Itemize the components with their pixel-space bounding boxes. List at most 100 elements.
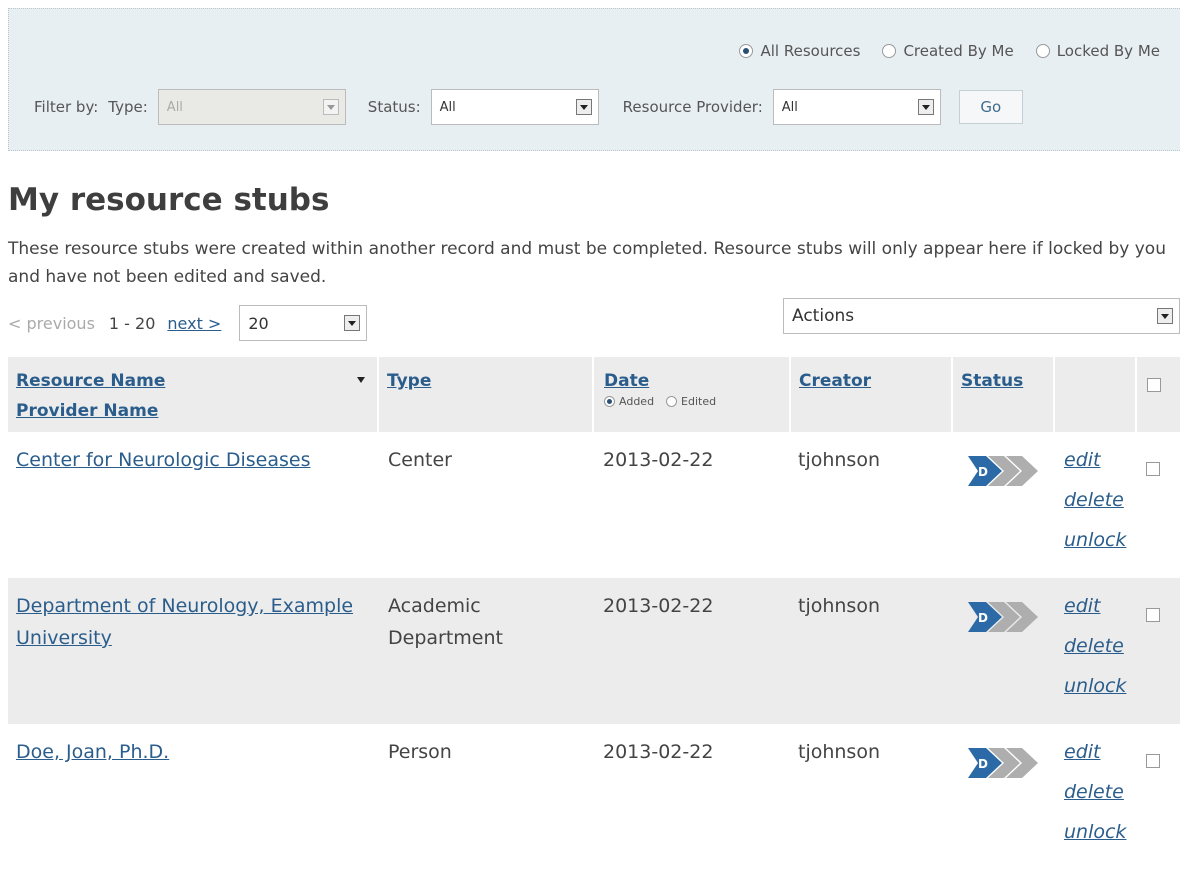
delete-link[interactable]: delete: [1064, 480, 1136, 520]
resource-name-link[interactable]: Department of Neurology, Example Univers…: [16, 595, 353, 649]
provider-label: Resource Provider:: [622, 98, 763, 116]
filter-row: Filter by: Type: All Status: All Resourc…: [34, 89, 1023, 125]
date-cell: 2013-02-22: [603, 741, 714, 763]
row-actions-cell: edit delete unlock: [1054, 578, 1136, 724]
type-select: All: [157, 89, 346, 125]
date-mode-added[interactable]: Added: [604, 395, 654, 408]
status-header: Status: [952, 357, 1055, 432]
page-range: 1 - 20: [108, 313, 156, 333]
sort-provider-name-link[interactable]: Provider Name: [16, 401, 377, 421]
creator-cell: tjohnson: [798, 449, 881, 471]
resource-name-header: Resource Name Provider Name: [8, 357, 379, 432]
provider-select[interactable]: All: [772, 89, 941, 125]
unlock-link[interactable]: unlock: [1064, 812, 1136, 852]
sort-desc-icon: [357, 377, 365, 383]
row-select-cell: [1136, 432, 1180, 578]
edit-link[interactable]: edit: [1064, 732, 1136, 772]
table-header-row: Resource Name Provider Name Type Date Ad…: [8, 357, 1180, 432]
radio-button[interactable]: [882, 44, 897, 58]
radio-label: Added: [619, 395, 655, 408]
per-page-select[interactable]: 20: [239, 305, 368, 341]
actions-select[interactable]: Actions: [783, 298, 1180, 334]
workflow-status-icon: D: [968, 602, 1038, 632]
resource-name-cell: Center for Neurologic Diseases: [8, 432, 378, 578]
radio-label: All Resources: [760, 42, 861, 60]
workflow-status-icon: D: [968, 748, 1038, 778]
sort-resource-name-link[interactable]: Resource Name: [16, 371, 377, 391]
radio-label: Created By Me: [903, 42, 1014, 60]
date-mode-edited[interactable]: Edited: [666, 395, 716, 408]
status-select[interactable]: All: [430, 89, 599, 125]
unlock-link[interactable]: unlock: [1064, 520, 1136, 560]
page-title: My resource stubs: [8, 182, 330, 218]
chevron-down-icon: [917, 99, 934, 115]
row-select-cell: [1136, 578, 1180, 724]
chevron-down-icon: [322, 99, 339, 115]
select-all-header: [1136, 357, 1180, 432]
edit-link[interactable]: edit: [1064, 440, 1136, 480]
radio-label: Edited: [681, 395, 717, 408]
per-page-value: 20: [248, 313, 269, 333]
status-cell: D: [952, 432, 1054, 578]
page-intro: These resource stubs were created within…: [8, 239, 1166, 287]
previous-link[interactable]: < previous: [8, 314, 95, 333]
table-row: Center for Neurologic Diseases Center 20…: [8, 432, 1180, 578]
chevron-down-icon: [344, 315, 361, 331]
status-label: Status:: [367, 98, 421, 116]
sort-status-link[interactable]: Status: [961, 371, 1053, 391]
date-cell: 2013-02-22: [603, 595, 714, 617]
date-mode-radio-group: Added Edited: [604, 395, 789, 408]
row-actions-cell: edit delete unlock: [1054, 724, 1136, 870]
row-actions-cell: edit delete unlock: [1054, 432, 1136, 578]
scope-option-locked-by-me[interactable]: Locked By Me: [1035, 42, 1160, 60]
delete-link[interactable]: delete: [1064, 626, 1136, 666]
radio-button[interactable]: [666, 396, 678, 407]
type-select-value: All: [166, 99, 183, 115]
type-label: Type:: [108, 98, 148, 116]
status-cell: D: [952, 724, 1054, 870]
filter-panel: All Resources Created By Me Locked By Me…: [8, 8, 1180, 151]
creator-cell: tjohnson: [798, 741, 881, 763]
row-checkbox[interactable]: [1146, 608, 1160, 622]
type-header: Type: [378, 357, 594, 432]
creator-header: Creator: [790, 357, 953, 432]
radio-button[interactable]: [739, 44, 754, 58]
chevron-down-icon: [1157, 308, 1173, 324]
go-button[interactable]: Go: [958, 90, 1023, 124]
actions-header: [1054, 357, 1137, 432]
resource-stubs-table: Resource Name Provider Name Type Date Ad…: [8, 357, 1180, 870]
workflow-status-icon: D: [968, 456, 1038, 486]
sort-date-link[interactable]: Date: [604, 371, 789, 391]
table-row: Doe, Joan, Ph.D. Person 2013-02-22 tjohn…: [8, 724, 1180, 870]
unlock-link[interactable]: unlock: [1064, 666, 1136, 706]
delete-link[interactable]: delete: [1064, 772, 1136, 812]
radio-button[interactable]: [1035, 44, 1050, 58]
select-all-checkbox[interactable]: [1147, 378, 1161, 392]
status-letter: D: [978, 611, 988, 625]
edit-link[interactable]: edit: [1064, 586, 1136, 626]
chevron-down-icon: [575, 99, 592, 115]
next-link[interactable]: next >: [167, 314, 221, 333]
status-letter: D: [978, 757, 988, 771]
sort-creator-link[interactable]: Creator: [799, 371, 951, 391]
scope-option-created-by-me[interactable]: Created By Me: [882, 42, 1014, 60]
status-letter: D: [978, 465, 988, 479]
resource-name-link[interactable]: Doe, Joan, Ph.D.: [16, 741, 169, 763]
status-cell: D: [952, 578, 1054, 724]
scope-option-all-resources[interactable]: All Resources: [739, 42, 860, 60]
sort-type-link[interactable]: Type: [387, 371, 592, 391]
filter-by-label: Filter by:: [34, 98, 99, 116]
row-checkbox[interactable]: [1146, 754, 1160, 768]
type-cell: Academic Department: [388, 595, 503, 649]
scope-radio-group: All Resources Created By Me Locked By Me: [717, 42, 1160, 60]
pagination: < previous 1 - 20 next > 20: [8, 305, 368, 341]
resource-name-cell: Doe, Joan, Ph.D.: [8, 724, 378, 870]
row-checkbox[interactable]: [1146, 462, 1160, 476]
row-select-cell: [1136, 724, 1180, 870]
table-row: Department of Neurology, Example Univers…: [8, 578, 1180, 724]
actions-select-value: Actions: [792, 306, 855, 326]
resource-name-link[interactable]: Center for Neurologic Diseases: [16, 449, 310, 471]
type-cell: Center: [388, 449, 452, 471]
radio-button[interactable]: [604, 396, 615, 407]
status-select-value: All: [439, 99, 456, 115]
